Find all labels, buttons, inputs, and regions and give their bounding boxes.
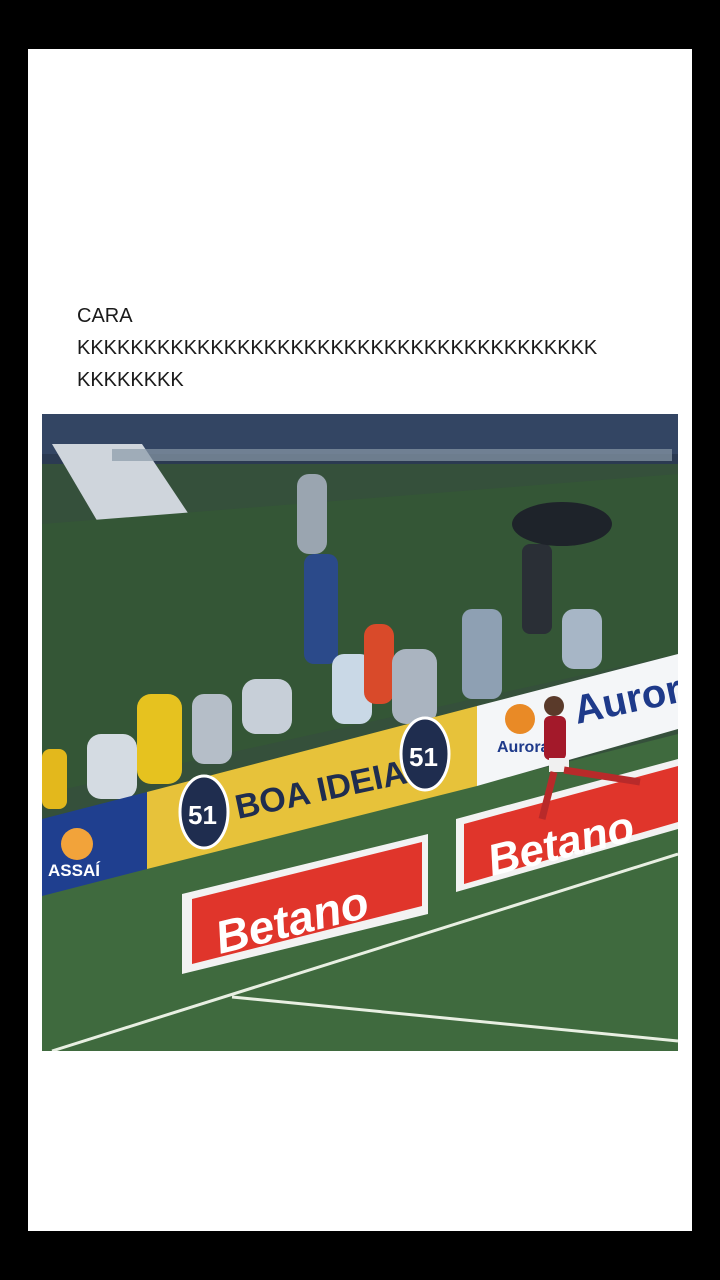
- fence: [112, 449, 672, 461]
- caption-line-3: KKKKKKKK: [77, 369, 184, 391]
- post-photo[interactable]: ASSAÍ 51 BOA IDEIA 51 Aurora Aurora Beta…: [42, 414, 678, 1051]
- assai-ad-text: ASSAÍ: [48, 861, 101, 880]
- caption-line-1: CARA: [77, 305, 133, 327]
- stadium-scene: ASSAÍ 51 BOA IDEIA 51 Aurora Aurora Beta…: [42, 414, 678, 1051]
- post-caption: CARA KKKKKKKKKKKKKKKKKKKKKKKKKKKKKKKKKKK…: [77, 300, 677, 396]
- caption-line-2: KKKKKKKKKKKKKKKKKKKKKKKKKKKKKKKKKKKKKKK: [77, 337, 598, 359]
- aurora-ad-text-small: Aurora: [497, 739, 550, 756]
- boa-ideia-number-right: 51: [409, 742, 438, 772]
- boa-ideia-number-left: 51: [188, 800, 217, 830]
